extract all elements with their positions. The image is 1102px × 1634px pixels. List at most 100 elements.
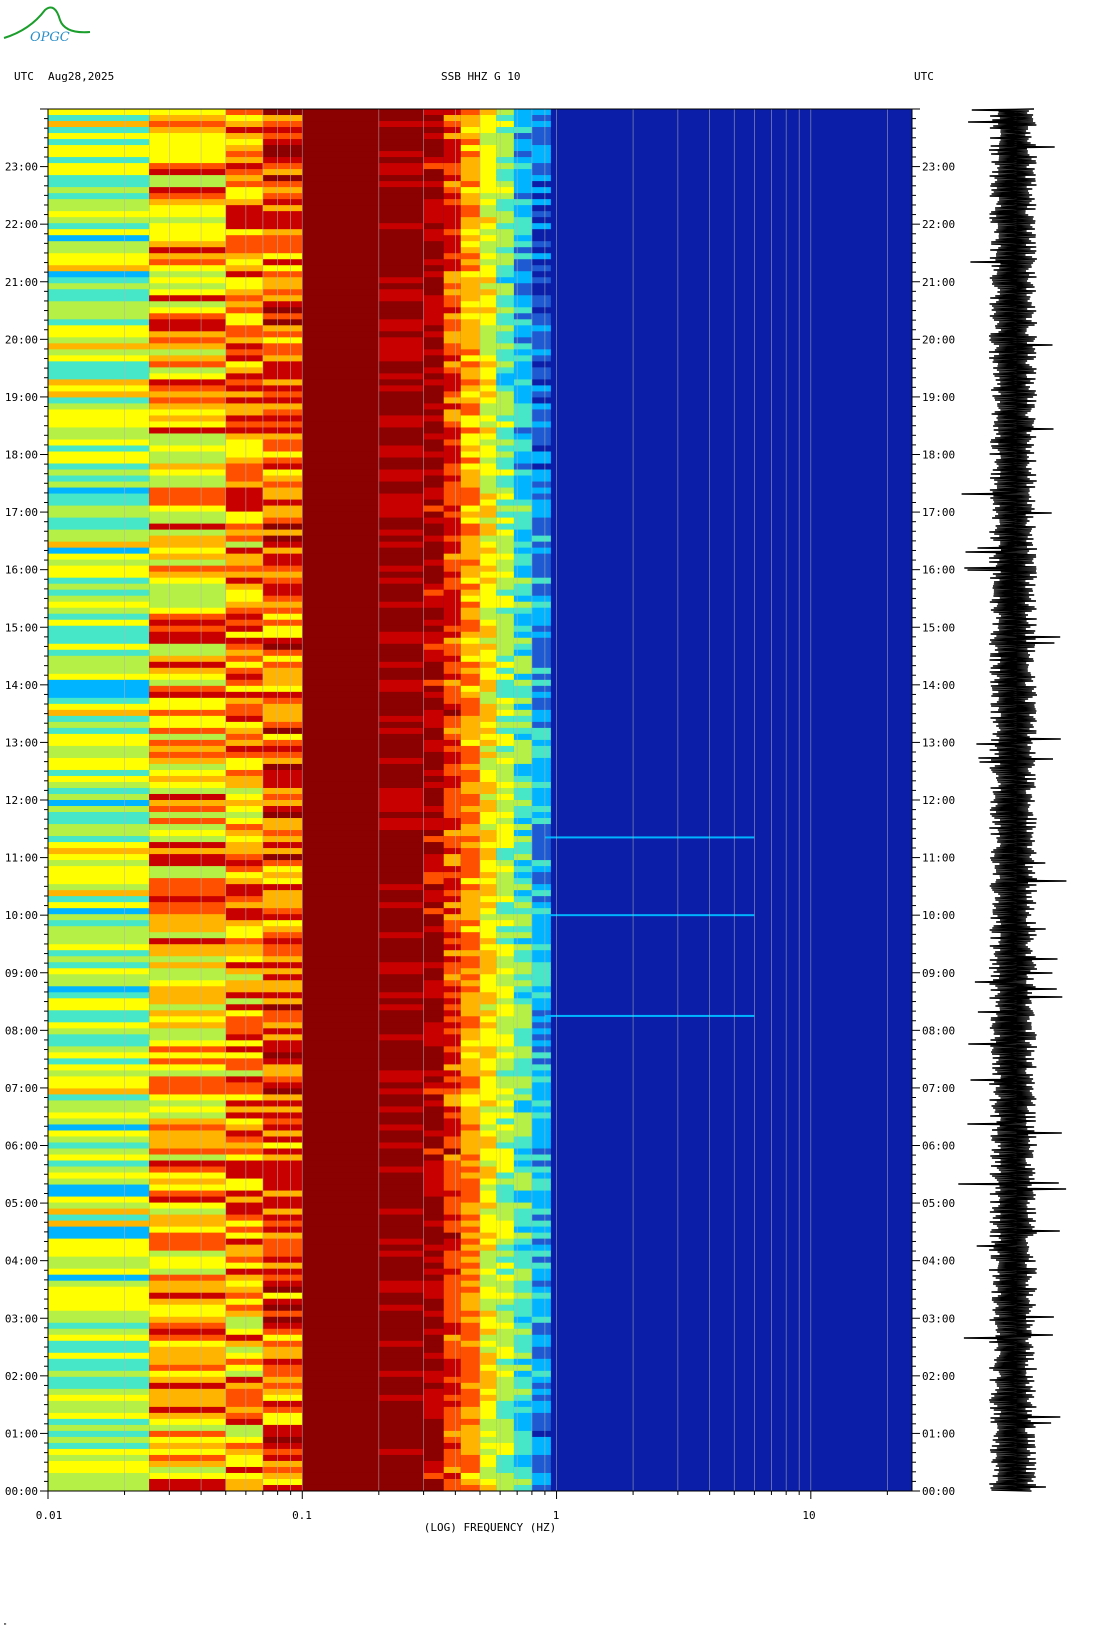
spectrogram-cell — [262, 499, 303, 507]
spectrogram-cell — [460, 151, 480, 158]
spectrogram-cell — [496, 193, 514, 200]
spectrogram-cell — [225, 1466, 263, 1474]
spectrogram-cell — [460, 992, 480, 999]
spectrogram-cell — [48, 619, 150, 627]
spectrogram-cell — [423, 1160, 444, 1168]
spectrogram-cell — [225, 457, 263, 465]
spectrogram-cell — [443, 1220, 461, 1228]
spectrogram-cell — [513, 649, 532, 657]
spectrogram-cell — [149, 1160, 226, 1168]
spectrogram-cell — [225, 1418, 263, 1426]
spectrogram-cell — [423, 1388, 444, 1396]
spectrogram-cell — [302, 1100, 379, 1107]
spectrogram-cell — [496, 763, 514, 771]
spectrogram-cell — [378, 745, 424, 753]
spectrogram-cell — [149, 1184, 226, 1192]
spectrogram-cell — [225, 806, 263, 813]
spectrogram-cell — [443, 187, 461, 194]
spectrogram-cell — [496, 787, 514, 795]
spectrogram-cell — [460, 1310, 480, 1318]
spectrogram-cell — [378, 1142, 424, 1150]
spectrogram-cell — [480, 247, 497, 254]
spectrogram-cell — [48, 950, 150, 957]
spectrogram-cell — [48, 157, 150, 164]
spectrogram-cell — [149, 1076, 226, 1083]
spectrogram-cell — [480, 974, 497, 981]
spectrogram-cell — [480, 1286, 497, 1294]
spectrogram-cell — [423, 986, 444, 993]
spectrogram-cell — [423, 1430, 444, 1438]
spectrogram-cell — [496, 1424, 514, 1432]
spectrogram-cell — [460, 1100, 480, 1107]
spectrogram-cell — [48, 914, 150, 921]
spectrogram-cell — [460, 1130, 480, 1137]
spectrogram-cell — [423, 205, 444, 212]
spectrogram-cell — [423, 842, 444, 849]
spectrogram-cell — [513, 1364, 532, 1372]
spectrogram-cell — [149, 721, 226, 729]
spectrogram-cell — [423, 571, 444, 579]
spectrogram-cell — [480, 926, 497, 933]
spectrogram-cell — [496, 848, 514, 855]
spectrogram-cell — [531, 493, 551, 501]
spectrogram-cell — [262, 379, 303, 386]
spectrogram-cell — [423, 763, 444, 771]
spectrogram-cell — [531, 535, 551, 543]
spectrogram-cell — [531, 571, 551, 579]
spectrogram-cell — [48, 295, 150, 302]
spectrogram-cell — [225, 992, 263, 999]
spectrogram-cell — [378, 523, 424, 531]
spectrogram-cell — [149, 1376, 226, 1384]
spectrogram-cell — [262, 944, 303, 951]
spectrogram-cell — [378, 860, 424, 867]
spectrogram-cell — [496, 583, 514, 591]
spectrogram-cell — [513, 1406, 532, 1414]
spectrogram-cell — [496, 277, 514, 284]
spectrogram-cell — [262, 860, 303, 867]
spectrogram-cell — [225, 445, 263, 452]
spectrogram-cell — [531, 1466, 551, 1474]
spectrogram-cell — [225, 763, 263, 771]
spectrogram-cell — [480, 277, 497, 284]
spectrogram-cell — [480, 824, 497, 831]
spectrogram-cell — [378, 1154, 424, 1162]
spectrogram-cell — [513, 355, 532, 362]
spectrogram-cell — [513, 739, 532, 747]
spectrogram-cell — [225, 1196, 263, 1204]
spectrogram-cell — [302, 854, 379, 861]
spectrogram-cell — [496, 1460, 514, 1468]
spectrogram-cell — [423, 1478, 444, 1486]
spectrogram-cell — [496, 1100, 514, 1107]
spectrogram-cell — [378, 757, 424, 765]
spectrogram-cell — [443, 295, 461, 302]
spectrogram-cell — [496, 373, 514, 380]
spectrogram-cell — [262, 727, 303, 735]
spectrogram-cell — [513, 878, 532, 885]
spectrogram-cell — [262, 631, 303, 639]
spectrogram-cell — [531, 992, 551, 999]
spectrogram-cell — [225, 385, 263, 392]
spectrogram-cell — [513, 763, 532, 771]
spectrogram-cell — [423, 475, 444, 483]
spectrogram-cell — [225, 842, 263, 849]
spectrogram-cell — [460, 733, 480, 741]
spectrogram-cell — [460, 445, 480, 452]
spectrogram-cell — [378, 583, 424, 591]
spectrogram-cell — [423, 1274, 444, 1282]
spectrogram-cell — [480, 1094, 497, 1101]
spectrogram-cell — [496, 1058, 514, 1065]
spectrogram-cell — [496, 824, 514, 831]
spectrogram-cell — [262, 253, 303, 260]
spectrogram-cell — [513, 229, 532, 236]
spectrogram-cell — [496, 355, 514, 362]
spectrogram-cell — [225, 781, 263, 789]
spectrogram-cell — [460, 133, 480, 140]
spectrogram-cell — [149, 1352, 226, 1360]
spectrogram-cell — [423, 914, 444, 921]
spectrogram-cell — [460, 1088, 480, 1095]
spectrogram-cell — [531, 385, 551, 392]
spectrogram-cell — [443, 1040, 461, 1047]
spectrogram-cell — [149, 1130, 226, 1137]
spectrogram-cell — [423, 1208, 444, 1216]
spectrogram-cell — [423, 715, 444, 723]
